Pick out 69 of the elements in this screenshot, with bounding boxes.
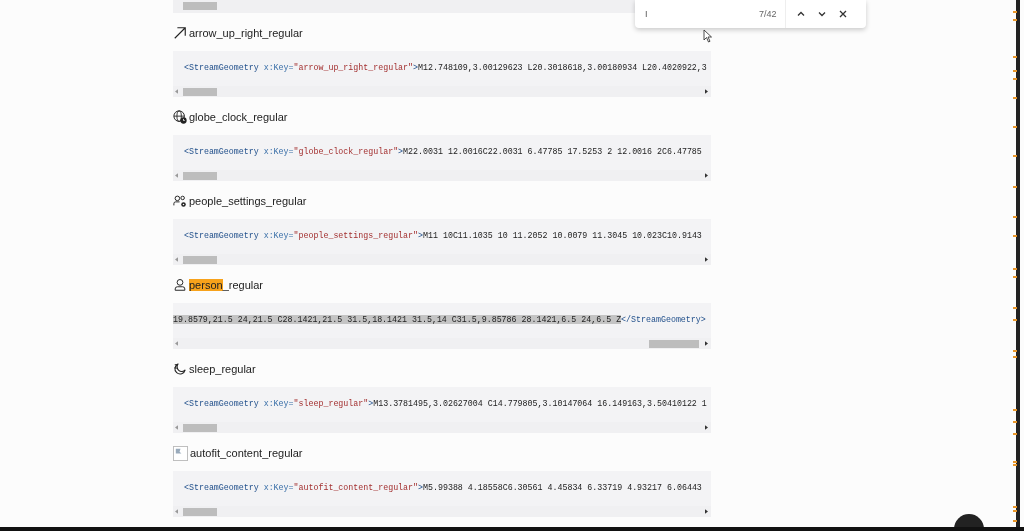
code-string: "globe_clock_regular" [293,147,399,156]
scrollbar-thumb[interactable] [183,88,217,96]
code-tag: <StreamGeometry [184,483,259,492]
selected-code: 19.8579,21.5 24,21.5 C28.1421,21.5 31.5,18.1421 31.5,14 C31.5,9.85786 28.1421,6.5 24,6.5 Z [173,315,622,324]
icon-name: people_settings_regular [189,195,307,207]
previous-match-icon[interactable] [795,9,806,19]
close-icon[interactable] [837,9,848,19]
scrollbar-thumb[interactable] [183,2,217,10]
code-tag: <StreamGeometry [184,399,259,408]
scroll-right-icon[interactable] [705,173,708,178]
arrow-up-right-icon [173,26,187,40]
scroll-left-icon[interactable] [175,173,178,178]
code-path: M12.748109,3.00129623 L20.3018618,3.00180934 L20.4020922,3 [418,63,707,72]
code-string: "people_settings_regular" [293,231,419,240]
scrollbar[interactable] [1016,0,1020,527]
scroll-left-icon[interactable] [175,425,178,430]
code-tag: > [413,63,419,72]
code-path: M5.99388 4.18558C6.30561 4.45834 6.33719 4.93217 6.06443 [423,483,702,492]
scroll-left-icon[interactable] [175,257,178,262]
scroll-right-icon[interactable] [705,425,708,430]
scroll-right-icon[interactable] [705,509,708,514]
scrollbar-thumb[interactable] [183,256,217,264]
scrollbar[interactable] [173,170,711,181]
code-path: M11 10C11.1035 10 11.2052 10.0079 11.3045 10.023C10.9143 [423,231,702,240]
scroll-right-icon[interactable] [705,341,708,346]
code-path: M13.3781495,3.02627004 C14.779805,3.10147064 16.149163,3.50410122 1 [373,399,707,408]
scrollbar[interactable] [173,422,711,433]
broken-image-icon [173,445,188,461]
icon-name: autofit_content_regular [190,447,303,459]
code-attribute: x:Key= [262,63,294,72]
code-tag: <StreamGeometry [184,147,259,156]
globe-clock-icon [173,110,187,124]
icon-name: globe_clock_regular [189,111,288,123]
scrollbar-thumb[interactable] [183,424,217,432]
code-attribute: x:Key= [262,147,294,156]
match-count: 7/42 [759,9,777,19]
scrollbar[interactable] [173,254,711,265]
scrollbar-thumb[interactable] [183,172,217,180]
scrollbar[interactable] [173,506,711,517]
code-path: M22.0031 12.0016C22.0031 6.47785 17.5253 2 12.0016 2C6.47785 [403,147,702,156]
scroll-right-icon[interactable] [705,89,708,94]
scroll-left-icon[interactable] [175,341,178,346]
code-attribute: x:Key= [262,399,294,408]
code-attribute: x:Key= [262,483,294,492]
people-settings-icon [173,194,187,208]
code-tag: </StreamGeometry> [621,315,706,324]
code-attribute: x:Key= [262,231,294,240]
icon-name: arrow_up_right_regular [189,27,303,39]
scrollbar-thumb[interactable] [183,508,217,516]
icon-name: sleep_regular [189,363,256,375]
find-field[interactable]: I [645,9,745,19]
code-tag: > [368,399,374,408]
code-string: "arrow_up_right_regular" [293,63,414,72]
scroll-right-icon[interactable] [705,257,708,262]
scrollbar[interactable] [173,338,711,349]
next-match-icon[interactable] [816,9,827,19]
code-tag: > [418,483,423,492]
scroll-left-icon[interactable] [175,89,178,94]
scrollbar[interactable] [173,86,711,97]
scroll-left-icon[interactable] [175,509,178,514]
code-string: "sleep_regular" [293,399,369,408]
code-tag: <StreamGeometry [184,63,259,72]
code-tag: <StreamGeometry [184,231,259,240]
code-tag: > [398,147,404,156]
code-string: "autofit_content_regular" [293,483,419,492]
code-tag: > [418,231,423,240]
person-icon [173,278,187,292]
scrollbar-thumb[interactable] [649,340,699,348]
moon-icon [173,362,187,376]
